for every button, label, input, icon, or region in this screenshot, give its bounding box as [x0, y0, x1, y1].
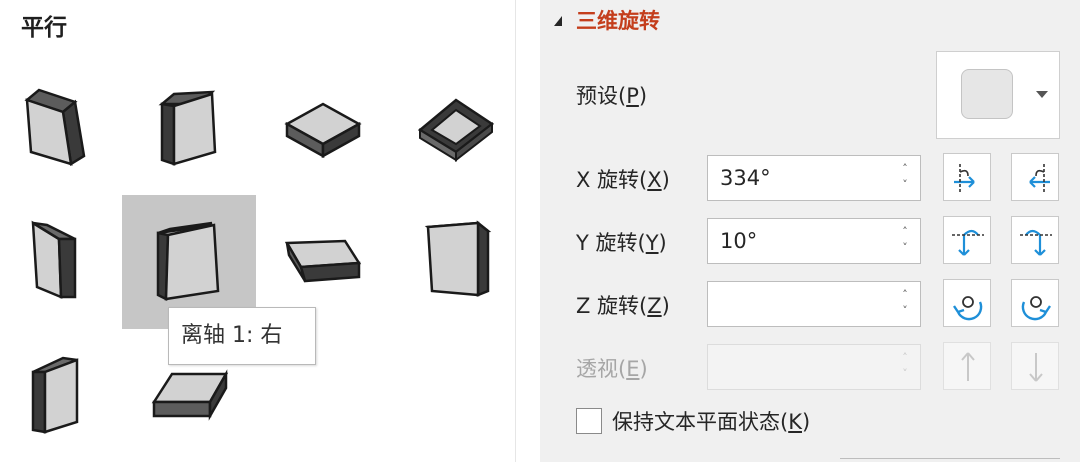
x-rotation-label: X 旋转(X): [576, 168, 670, 192]
collapse-triangle-icon[interactable]: [552, 14, 564, 28]
rotate-right-icon: [1029, 164, 1050, 192]
y-rotation-input[interactable]: 10° ˄ ˅: [707, 218, 921, 264]
y-rotate-up-button[interactable]: [943, 216, 991, 264]
preset-shape-3-icon: [284, 102, 362, 159]
rotate-counterclockwise-icon: [953, 296, 983, 321]
x-rotation-input[interactable]: 334° ˄ ˅: [707, 155, 921, 201]
preset-swatch: [961, 69, 1013, 119]
y-rotate-down-button[interactable]: [1011, 216, 1059, 264]
preset-shape-5-icon: [31, 220, 77, 299]
rotate-up-icon: [952, 229, 984, 256]
preset-shape-4-icon: [417, 98, 495, 163]
perspective-spinner: ˄ ˅: [898, 351, 912, 383]
preset-shape-9[interactable]: [0, 330, 121, 464]
spin-up-icon[interactable]: ˄: [898, 225, 912, 239]
decrease-perspective-icon: [1029, 353, 1043, 382]
y-rotation-label: Y 旋转(Y): [576, 231, 667, 255]
spin-down-icon[interactable]: ˅: [898, 178, 912, 192]
chevron-down-icon: [1036, 91, 1048, 98]
x-rotation-spinner[interactable]: ˄ ˅: [898, 162, 912, 194]
perspective-input: ˄ ˅: [707, 344, 921, 390]
perspective-label: 透视(E): [576, 357, 648, 381]
keep-text-flat-checkbox[interactable]: [576, 408, 602, 434]
x-rotate-right-button[interactable]: [1011, 153, 1059, 201]
rotate-clockwise-icon: [1021, 296, 1051, 321]
rotate-left-icon: [954, 164, 975, 192]
y-rotation-spinner[interactable]: ˄ ˅: [898, 225, 912, 257]
rotation-preset-gallery: 平行 离轴 1: 右: [0, 0, 516, 462]
y-rotation-value[interactable]: 10°: [720, 219, 757, 263]
spin-down-icon[interactable]: ˅: [898, 304, 912, 318]
preset-shape-3[interactable]: [257, 60, 391, 194]
preset-shape-2[interactable]: [122, 60, 256, 194]
increase-perspective-button: [943, 342, 991, 390]
preset-dropdown[interactable]: [936, 51, 1060, 139]
spin-up-icon[interactable]: ˄: [898, 288, 912, 302]
divider: [840, 458, 1060, 459]
preset-label: 预设(P): [576, 84, 648, 108]
keep-text-flat-label[interactable]: 保持文本平面状态(K): [612, 406, 810, 436]
decrease-perspective-button: [1011, 342, 1059, 390]
section-title[interactable]: 三维旋转: [576, 5, 660, 35]
preset-shape-1-icon: [24, 88, 86, 167]
spin-up-icon: ˄: [902, 351, 908, 364]
z-rotation-input[interactable]: ˄ ˅: [707, 281, 921, 327]
x-rotate-left-button[interactable]: [943, 153, 991, 201]
z-rotation-label: Z 旋转(Z): [576, 294, 670, 318]
spin-up-icon[interactable]: ˄: [898, 162, 912, 176]
preset-shape-9-icon: [31, 356, 79, 434]
gallery-title: 平行: [21, 15, 67, 41]
preset-shape-4[interactable]: [392, 60, 526, 194]
preset-shape-1[interactable]: [0, 60, 121, 194]
x-rotation-value[interactable]: 334°: [720, 156, 771, 200]
preset-shape-5[interactable]: [0, 195, 121, 329]
preset-shape-8[interactable]: [392, 195, 526, 329]
preset-shape-2-icon: [158, 90, 217, 166]
z-rotate-clockwise-button[interactable]: [1011, 279, 1059, 327]
preset-shape-8-icon: [424, 220, 492, 297]
format-pane: 三维旋转 预设(P) X 旋转(X) 334° ˄ ˅ Y 旋转(Y) 10° …: [540, 0, 1080, 462]
spin-down-icon[interactable]: ˅: [898, 241, 912, 255]
rotate-down-icon: [1020, 229, 1052, 256]
spin-down-icon: ˅: [902, 367, 908, 380]
z-rotation-spinner[interactable]: ˄ ˅: [898, 288, 912, 320]
increase-perspective-icon: [961, 352, 975, 381]
z-rotate-counterclockwise-button[interactable]: [943, 279, 991, 327]
tooltip: 离轴 1: 右: [168, 307, 316, 365]
